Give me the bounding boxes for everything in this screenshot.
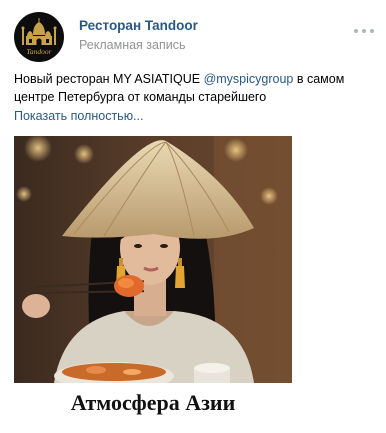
post-image[interactable]: Атмосфера Азии [14,136,292,431]
show-more-link[interactable]: Показать полностью... [14,109,144,123]
svg-text:Tandoor: Tandoor [26,47,51,56]
post-text-part: Новый ресторан MY ASIATIQUE [14,72,204,86]
ad-label: Рекламная запись [79,38,186,52]
more-actions-button[interactable] [354,27,374,35]
mention-link[interactable]: @myspicygroup [204,72,294,86]
avatar[interactable]: Tandoor [14,12,64,62]
author-name[interactable]: Ресторан Tandoor [79,18,198,33]
more-horizontal-icon [354,29,358,33]
ad-post: Tandoor Ресторан Tandoor Рекламная запис… [0,0,386,433]
taj-mahal-logo-icon: Tandoor [21,18,57,56]
image-caption: Атмосфера Азии [70,390,236,415]
post-text: Новый ресторан MY ASIATIQUE @myspicygrou… [14,70,378,106]
